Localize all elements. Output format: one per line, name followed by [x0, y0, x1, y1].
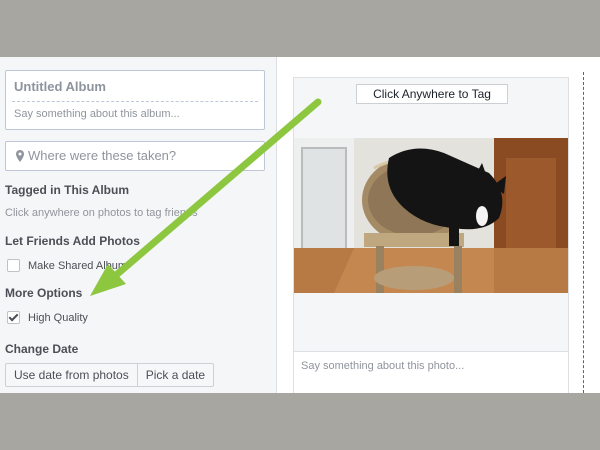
photo-card-header: Click Anywhere to Tag [294, 78, 568, 138]
album-settings-panel: Untitled Album Say something about this … [0, 57, 277, 393]
location-field[interactable]: Where were these taken? [5, 141, 265, 171]
pick-a-date-button[interactable]: Pick a date [137, 363, 215, 387]
photo-card-spacer [294, 293, 568, 352]
date-button-group: Use date from photos Pick a date [5, 363, 215, 387]
click-to-tag-button[interactable]: Click Anywhere to Tag [356, 84, 508, 104]
shared-album-checkbox[interactable] [7, 259, 20, 272]
shared-album-option[interactable]: Make Shared Album [7, 259, 127, 272]
album-title-input[interactable]: Untitled Album [14, 79, 106, 94]
high-quality-checkbox[interactable] [7, 311, 20, 324]
friends-section-title: Let Friends Add Photos [5, 234, 140, 248]
photo-card: Click Anywhere to Tag Say something abou… [293, 77, 569, 393]
more-options-title: More Options [5, 286, 83, 300]
upload-dialog: Untitled Album Say something about this … [0, 57, 600, 393]
location-input[interactable]: Where were these taken? [28, 148, 176, 163]
tagged-section-title: Tagged in This Album [5, 183, 129, 197]
change-date-title: Change Date [5, 342, 79, 356]
cat-photo[interactable] [294, 138, 568, 293]
use-date-from-photos-button[interactable]: Use date from photos [5, 363, 138, 387]
tagged-hint: Click anywhere on photos to tag friends [5, 207, 198, 219]
album-info-box[interactable]: Untitled Album Say something about this … [5, 70, 265, 130]
high-quality-option[interactable]: High Quality [7, 311, 88, 324]
album-divider [12, 101, 258, 102]
shared-album-label[interactable]: Make Shared Album [28, 260, 127, 272]
next-photo-placeholder [583, 72, 600, 393]
album-description-input[interactable]: Say something about this album... [14, 108, 180, 120]
cat-photo-image [294, 138, 568, 293]
photo-description-input[interactable]: Say something about this photo... [301, 360, 464, 372]
high-quality-label[interactable]: High Quality [28, 312, 88, 324]
map-pin-icon [16, 150, 24, 162]
